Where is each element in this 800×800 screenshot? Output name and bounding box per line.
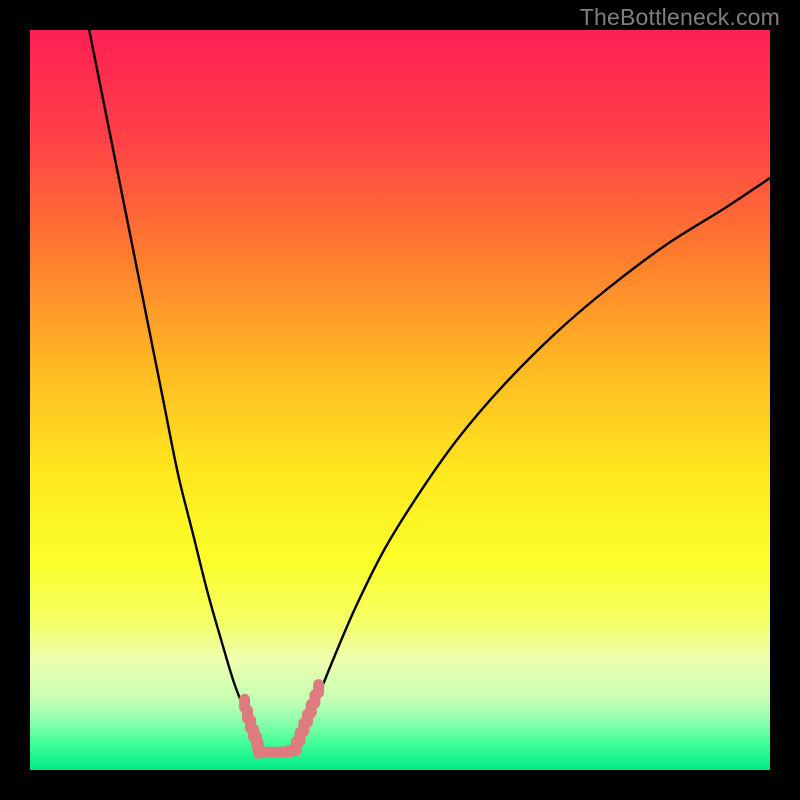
plot-area	[30, 30, 770, 770]
left-branch-line	[89, 30, 258, 748]
chart-frame: TheBottleneck.com	[0, 0, 800, 800]
marker-point	[313, 679, 324, 698]
right-branch-line	[296, 178, 770, 748]
watermark-text: TheBottleneck.com	[580, 4, 780, 31]
chart-curves	[30, 30, 770, 770]
marker-cluster	[239, 679, 324, 759]
